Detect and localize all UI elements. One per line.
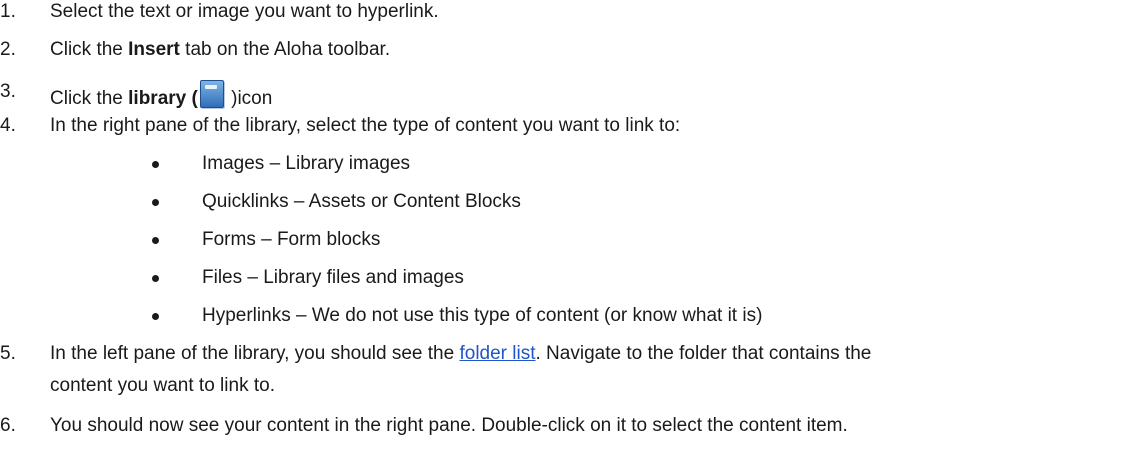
step-number: 1.	[0, 1, 16, 22]
library-book-icon	[199, 80, 224, 108]
list-item-text: Files – Library files and images	[202, 267, 464, 288]
step-text-part: In the left pane of the library, you sho…	[50, 343, 460, 364]
step-number: 4.	[0, 115, 16, 136]
list-item-text: Forms – Form blocks	[202, 229, 381, 250]
step-text-part: tab on the Aloha toolbar.	[179, 39, 391, 60]
list-item-text: Images – Library images	[202, 153, 411, 174]
list-item-text: Quicklinks – Assets or Content Blocks	[202, 191, 521, 212]
library-label: library (	[128, 88, 198, 109]
step-number: 2.	[0, 39, 16, 60]
step-text-part: Click the	[50, 88, 129, 109]
step-number: 6.	[0, 415, 16, 436]
bullet-icon	[152, 237, 159, 244]
step-text: Click the Insert tab on the Aloha toolba…	[50, 38, 390, 62]
step-text: In the left pane of the library, you sho…	[50, 342, 871, 366]
step-text-part: Click the	[50, 39, 129, 60]
instructions-document: 1. Select the text or image you want to …	[0, 0, 1136, 472]
step-text-part: . Navigate to the folder that contains t…	[535, 343, 872, 364]
folder-list-link[interactable]: folder list	[459, 343, 535, 364]
bullet-icon	[152, 199, 159, 206]
step-text: content you want to link to.	[50, 375, 275, 396]
step-text: You should now see your content in the r…	[50, 415, 848, 436]
step-text: In the right pane of the library, select…	[50, 115, 681, 136]
step-text-part: )icon	[225, 88, 273, 109]
step-text: Click the library ( )icon	[50, 80, 272, 111]
bullet-icon	[152, 275, 159, 282]
bullet-icon	[152, 313, 159, 320]
bullet-icon	[152, 161, 159, 168]
step-text: Select the text or image you want to hyp…	[50, 1, 439, 22]
step-number: 5.	[0, 343, 16, 364]
insert-tab-label: Insert	[128, 39, 180, 60]
step-number: 3.	[0, 81, 16, 102]
list-item-text: Hyperlinks – We do not use this type of …	[202, 305, 763, 326]
